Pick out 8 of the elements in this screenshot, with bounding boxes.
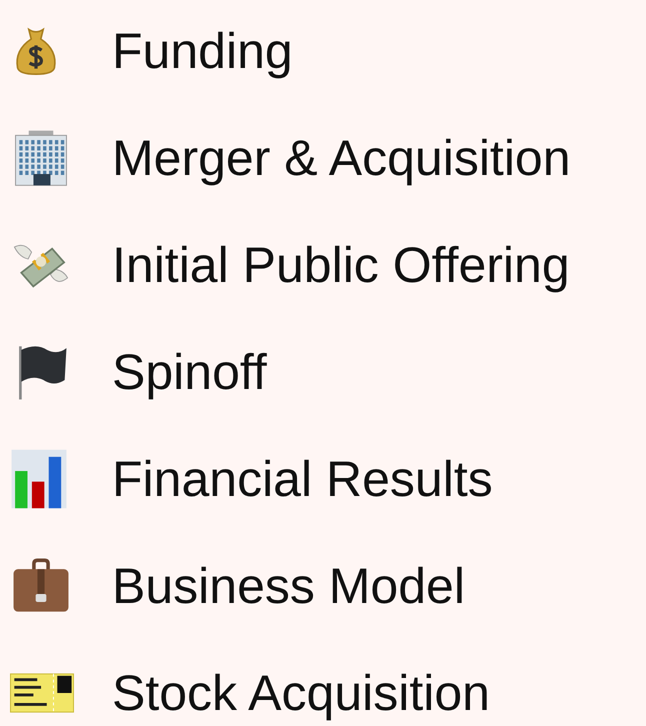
ticket-icon bbox=[8, 672, 76, 714]
category-label: Stock Acquisition bbox=[112, 664, 490, 722]
category-label: Spinoff bbox=[112, 342, 267, 400]
category-label: Funding bbox=[112, 22, 293, 80]
category-label: Merger & Acquisition bbox=[112, 128, 571, 186]
category-label: Initial Public Offering bbox=[112, 236, 570, 294]
category-label: Financial Results bbox=[112, 450, 493, 508]
category-label: Business Model bbox=[112, 556, 465, 614]
